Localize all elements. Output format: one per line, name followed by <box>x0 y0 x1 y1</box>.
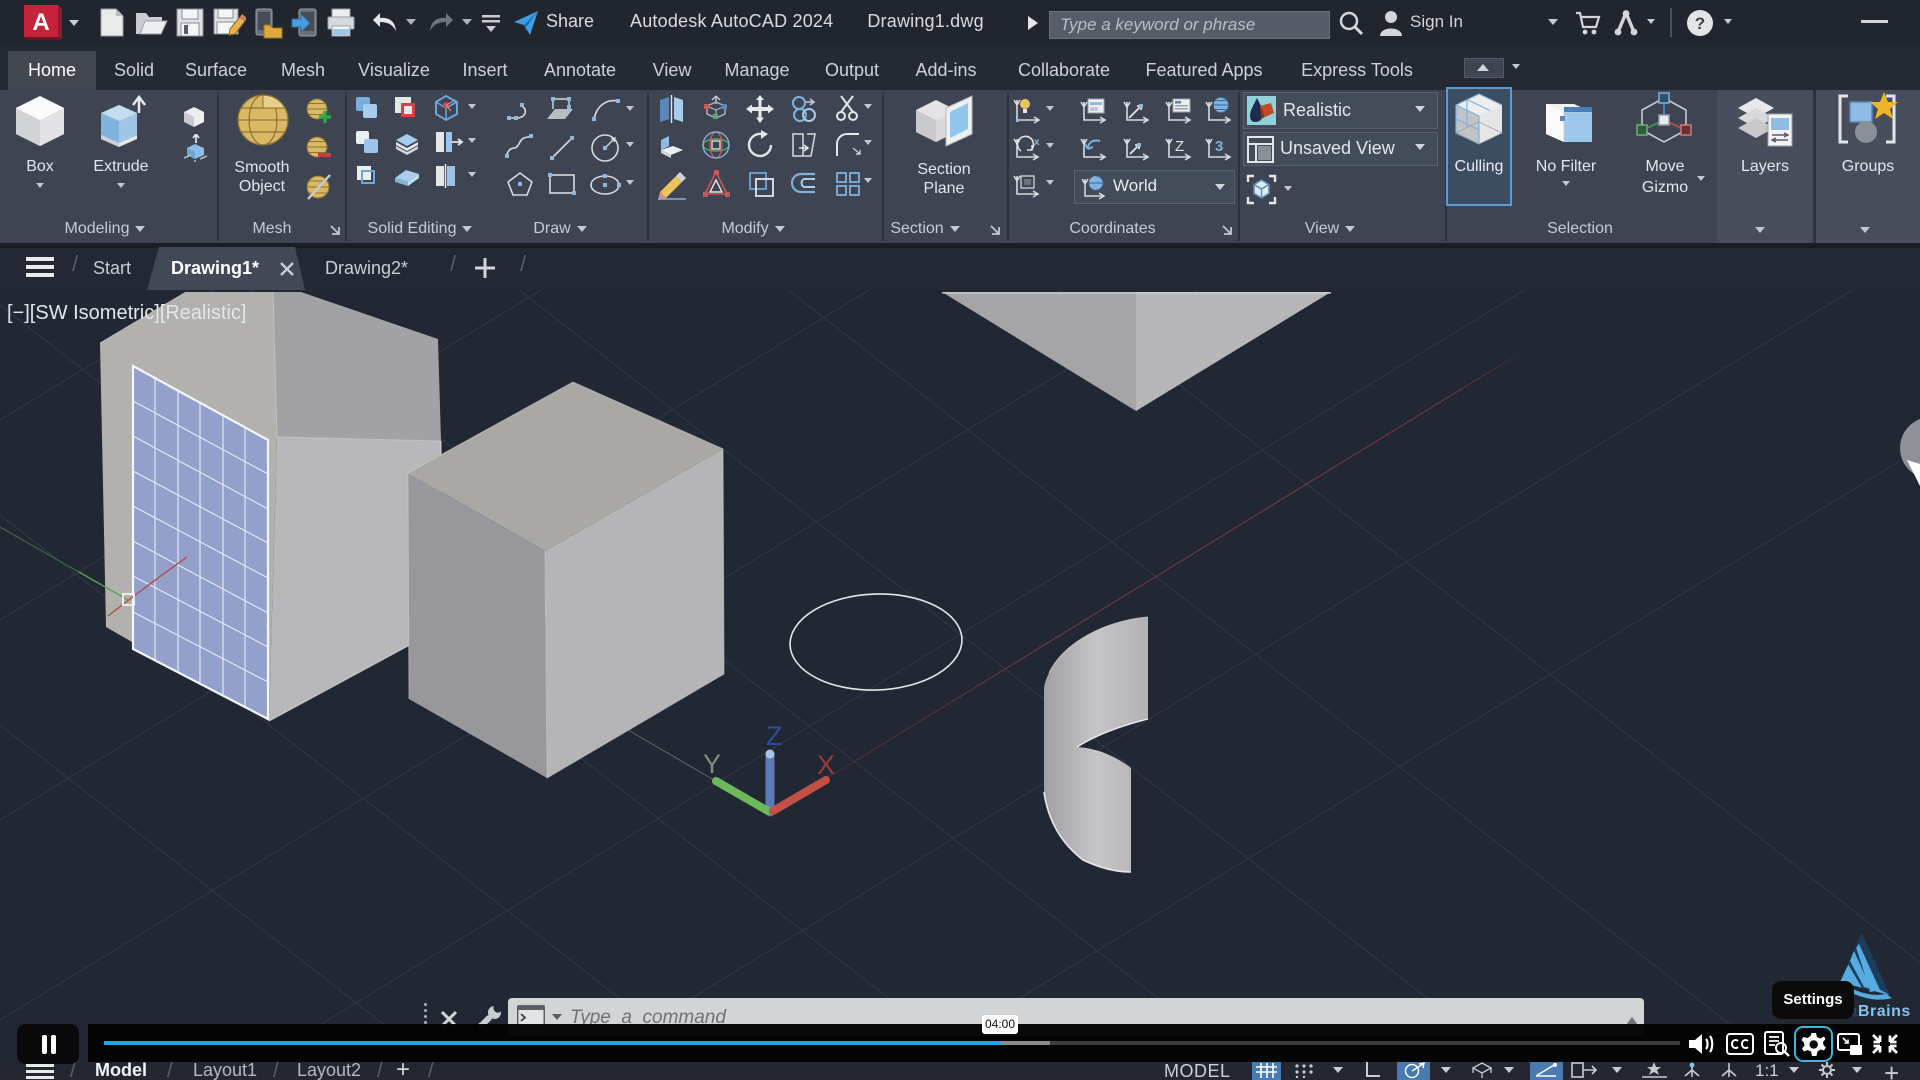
svg-text:x: x <box>1034 137 1040 148</box>
svg-text:Y: Y <box>703 749 721 779</box>
svg-text:Z: Z <box>766 721 783 751</box>
svg-text:3: 3 <box>1215 138 1223 155</box>
svg-text:Z: Z <box>1175 138 1184 155</box>
svg-text:X: X <box>817 750 835 780</box>
